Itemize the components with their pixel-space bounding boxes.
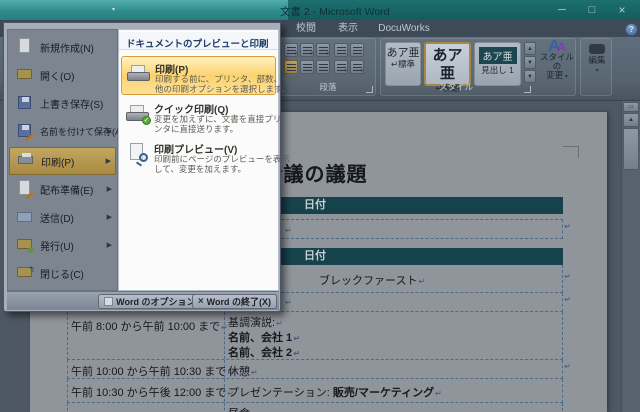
decrease-indent-button[interactable] [334, 43, 348, 57]
bullet-list-button[interactable]: ▾ [284, 43, 298, 57]
pilcrow-icon: ↵ [564, 272, 571, 281]
style-normal[interactable]: あア亜 ↵標準 [385, 42, 421, 86]
line-spacing-button[interactable]: ▾ [334, 60, 348, 74]
pilcrow-icon: ↵ [293, 349, 300, 358]
table-row-break: 午前 10:00 から午前 10:30 まで↵ 休憩↵ ↵ [67, 360, 571, 379]
styles-group: あア亜 ↵標準 あア亜 ↵表題 あア亜 見出し 1 ▲ ▼ ▼ AA スタイルの… [380, 37, 576, 96]
multilevel-list-button[interactable]: ▾ [316, 43, 330, 57]
new-document-icon [15, 38, 35, 56]
menu-item-open[interactable]: 開く(O) [9, 61, 116, 89]
qat-customize-icon[interactable]: ▾ [112, 6, 115, 13]
save-as-icon [15, 122, 35, 142]
align-center-button[interactable] [300, 60, 314, 74]
menu-item-send[interactable]: 送信(D) ▶ [9, 203, 116, 231]
submenu-arrow-icon: ▶ [106, 128, 112, 135]
styles-scroll-down-icon[interactable]: ▼ [524, 56, 536, 69]
styles-scroll-up-icon[interactable]: ▲ [524, 42, 536, 55]
menu-item-save-as[interactable]: 名前を付けて保存(A) ▶ [9, 117, 124, 145]
office-menu-left-column: 新規作成(N) 開く(O) 上書き保存(S) 名前を付けて保存(A) ▶ 印刷(… [7, 29, 124, 291]
content-control-corner [563, 146, 579, 158]
publish-folder-icon [15, 236, 35, 254]
help-button[interactable]: ? [625, 23, 638, 36]
table-row-presentation: 午前 10:30 から午後 12:00 まで↵ プレゼンテーション: 販売/マー… [67, 379, 563, 403]
scrollbar-thumb[interactable] [623, 128, 639, 170]
pilcrow-icon: ↵ [564, 295, 571, 304]
menu-item-new[interactable]: 新規作成(N) [9, 33, 116, 61]
office-button[interactable] [4, 1, 39, 36]
change-styles-button[interactable]: AA スタイルの 変更 ▾ [539, 37, 575, 95]
pilcrow-icon: ↵ [293, 334, 300, 343]
pilcrow-icon: ↵ [221, 323, 228, 332]
styles-group-label: スタイル [438, 82, 473, 92]
editing-button[interactable]: 編集 ▾ [579, 41, 615, 95]
table-row-lunch: 昼食 [67, 403, 563, 412]
submenu-arrow-icon: ▶ [106, 214, 112, 221]
options-icon [104, 297, 114, 306]
menu-item-print[interactable]: 印刷(P) ▶ [9, 147, 116, 175]
pilcrow-icon: ↵ [285, 226, 292, 235]
pilcrow-icon: ↵ [251, 368, 258, 377]
scroll-up-icon[interactable]: ▲ [623, 113, 639, 127]
table-row-keynote: 午前 8:00 から午前 10:00 まで↵ 基調演説:↵ 名前、会社 1↵ 名… [67, 312, 563, 360]
submenu-header: ドキュメントのプレビューと印刷 [119, 32, 278, 50]
pilcrow-icon: ↵ [564, 222, 571, 231]
borders-button[interactable]: ▾ [350, 60, 364, 74]
editing-group: 編集 ▾ [580, 38, 612, 96]
close-button[interactable]: × [611, 3, 633, 17]
printer-icon [16, 152, 36, 170]
submenu-item-print-preview[interactable]: 印刷プレビュー(V) 印刷前にページのプレビューを表示 して、変更を加えます。 [121, 137, 290, 174]
paragraph-dialog-launcher[interactable] [366, 86, 373, 93]
submenu-arrow-icon: ▶ [106, 186, 112, 193]
numbered-list-button[interactable]: ▾ [300, 43, 314, 57]
menu-item-prepare[interactable]: 配布準備(E) ▶ [9, 175, 116, 203]
submenu-arrow-icon: ▶ [105, 158, 111, 165]
pilcrow-icon: ↵ [564, 362, 571, 371]
pilcrow-icon: ↵ [418, 277, 426, 286]
send-envelope-icon [15, 208, 35, 226]
style-heading1[interactable]: あア亜 見出し 1 [474, 42, 521, 86]
submenu-arrow-icon: ▶ [106, 242, 112, 249]
pilcrow-icon: ↵ [435, 389, 442, 398]
tab-docuworks[interactable]: DocuWorks [372, 22, 436, 37]
paragraph-group: ▾ ▾ ▾ ▾ ▾ 段落 [280, 38, 376, 96]
vertical-scrollbar: ▭ ▲ [621, 101, 640, 412]
find-binoculars-icon [589, 44, 605, 54]
styles-dialog-launcher[interactable] [524, 86, 531, 93]
exit-word-button[interactable]: × Word の終了(X) [191, 294, 277, 309]
style-title-selected[interactable]: あア亜 ↵表題 [424, 42, 471, 93]
quick-print-icon: ✓ [126, 105, 151, 125]
align-right-button[interactable] [316, 60, 330, 74]
office-menu: 新規作成(N) 開く(O) 上書き保存(S) 名前を付けて保存(A) ▶ 印刷(… [3, 22, 299, 312]
tab-review[interactable]: 校閲 [288, 22, 324, 37]
save-floppy-icon [15, 94, 35, 112]
minimize-button[interactable]: ─ [551, 3, 573, 17]
window-title: 文書 2 - Microsoft Word [280, 6, 390, 18]
submenu-item-quick-print[interactable]: ✓ クイック印刷(Q) 変更を加えずに、文書を直接プリ ンタに直接送ります。 [121, 97, 281, 134]
maximize-button[interactable]: □ [581, 3, 603, 17]
menu-item-save[interactable]: 上書き保存(S) [9, 89, 116, 117]
close-folder-icon: ↰ [15, 264, 35, 282]
print-preview-icon [128, 143, 148, 165]
open-folder-icon [15, 66, 35, 84]
increase-indent-button[interactable] [350, 43, 364, 57]
menu-item-publish[interactable]: 発行(U) ▶ [9, 231, 116, 259]
exit-x-icon: × [197, 296, 204, 307]
menu-item-close[interactable]: ↰ 閉じる(C) [9, 259, 116, 287]
pilcrow-icon: ↵ [285, 298, 292, 307]
print-submenu: ドキュメントのプレビューと印刷 印刷(P) 印刷する前に、プリンタ、部数、その … [118, 29, 299, 291]
prepare-document-icon [15, 180, 35, 200]
tab-view[interactable]: 表示 [330, 22, 366, 37]
word-application-window: 文書 2 - Microsoft Word ─ □ × ▣ ↶ ▾ ↻ ▾ 校閲… [0, 0, 640, 412]
align-left-button[interactable] [284, 60, 298, 74]
printer-icon [127, 65, 150, 83]
ruler-toggle-button[interactable]: ▭ [623, 102, 639, 112]
pilcrow-icon: ↵ [276, 319, 283, 328]
submenu-item-print[interactable]: 印刷(P) 印刷する前に、プリンタ、部数、その 他の印刷オプションを選択します。 [121, 56, 299, 95]
title-bar-highlight [0, 0, 288, 20]
office-menu-footer: Word のオプション(I) × Word の終了(X) [7, 291, 279, 310]
